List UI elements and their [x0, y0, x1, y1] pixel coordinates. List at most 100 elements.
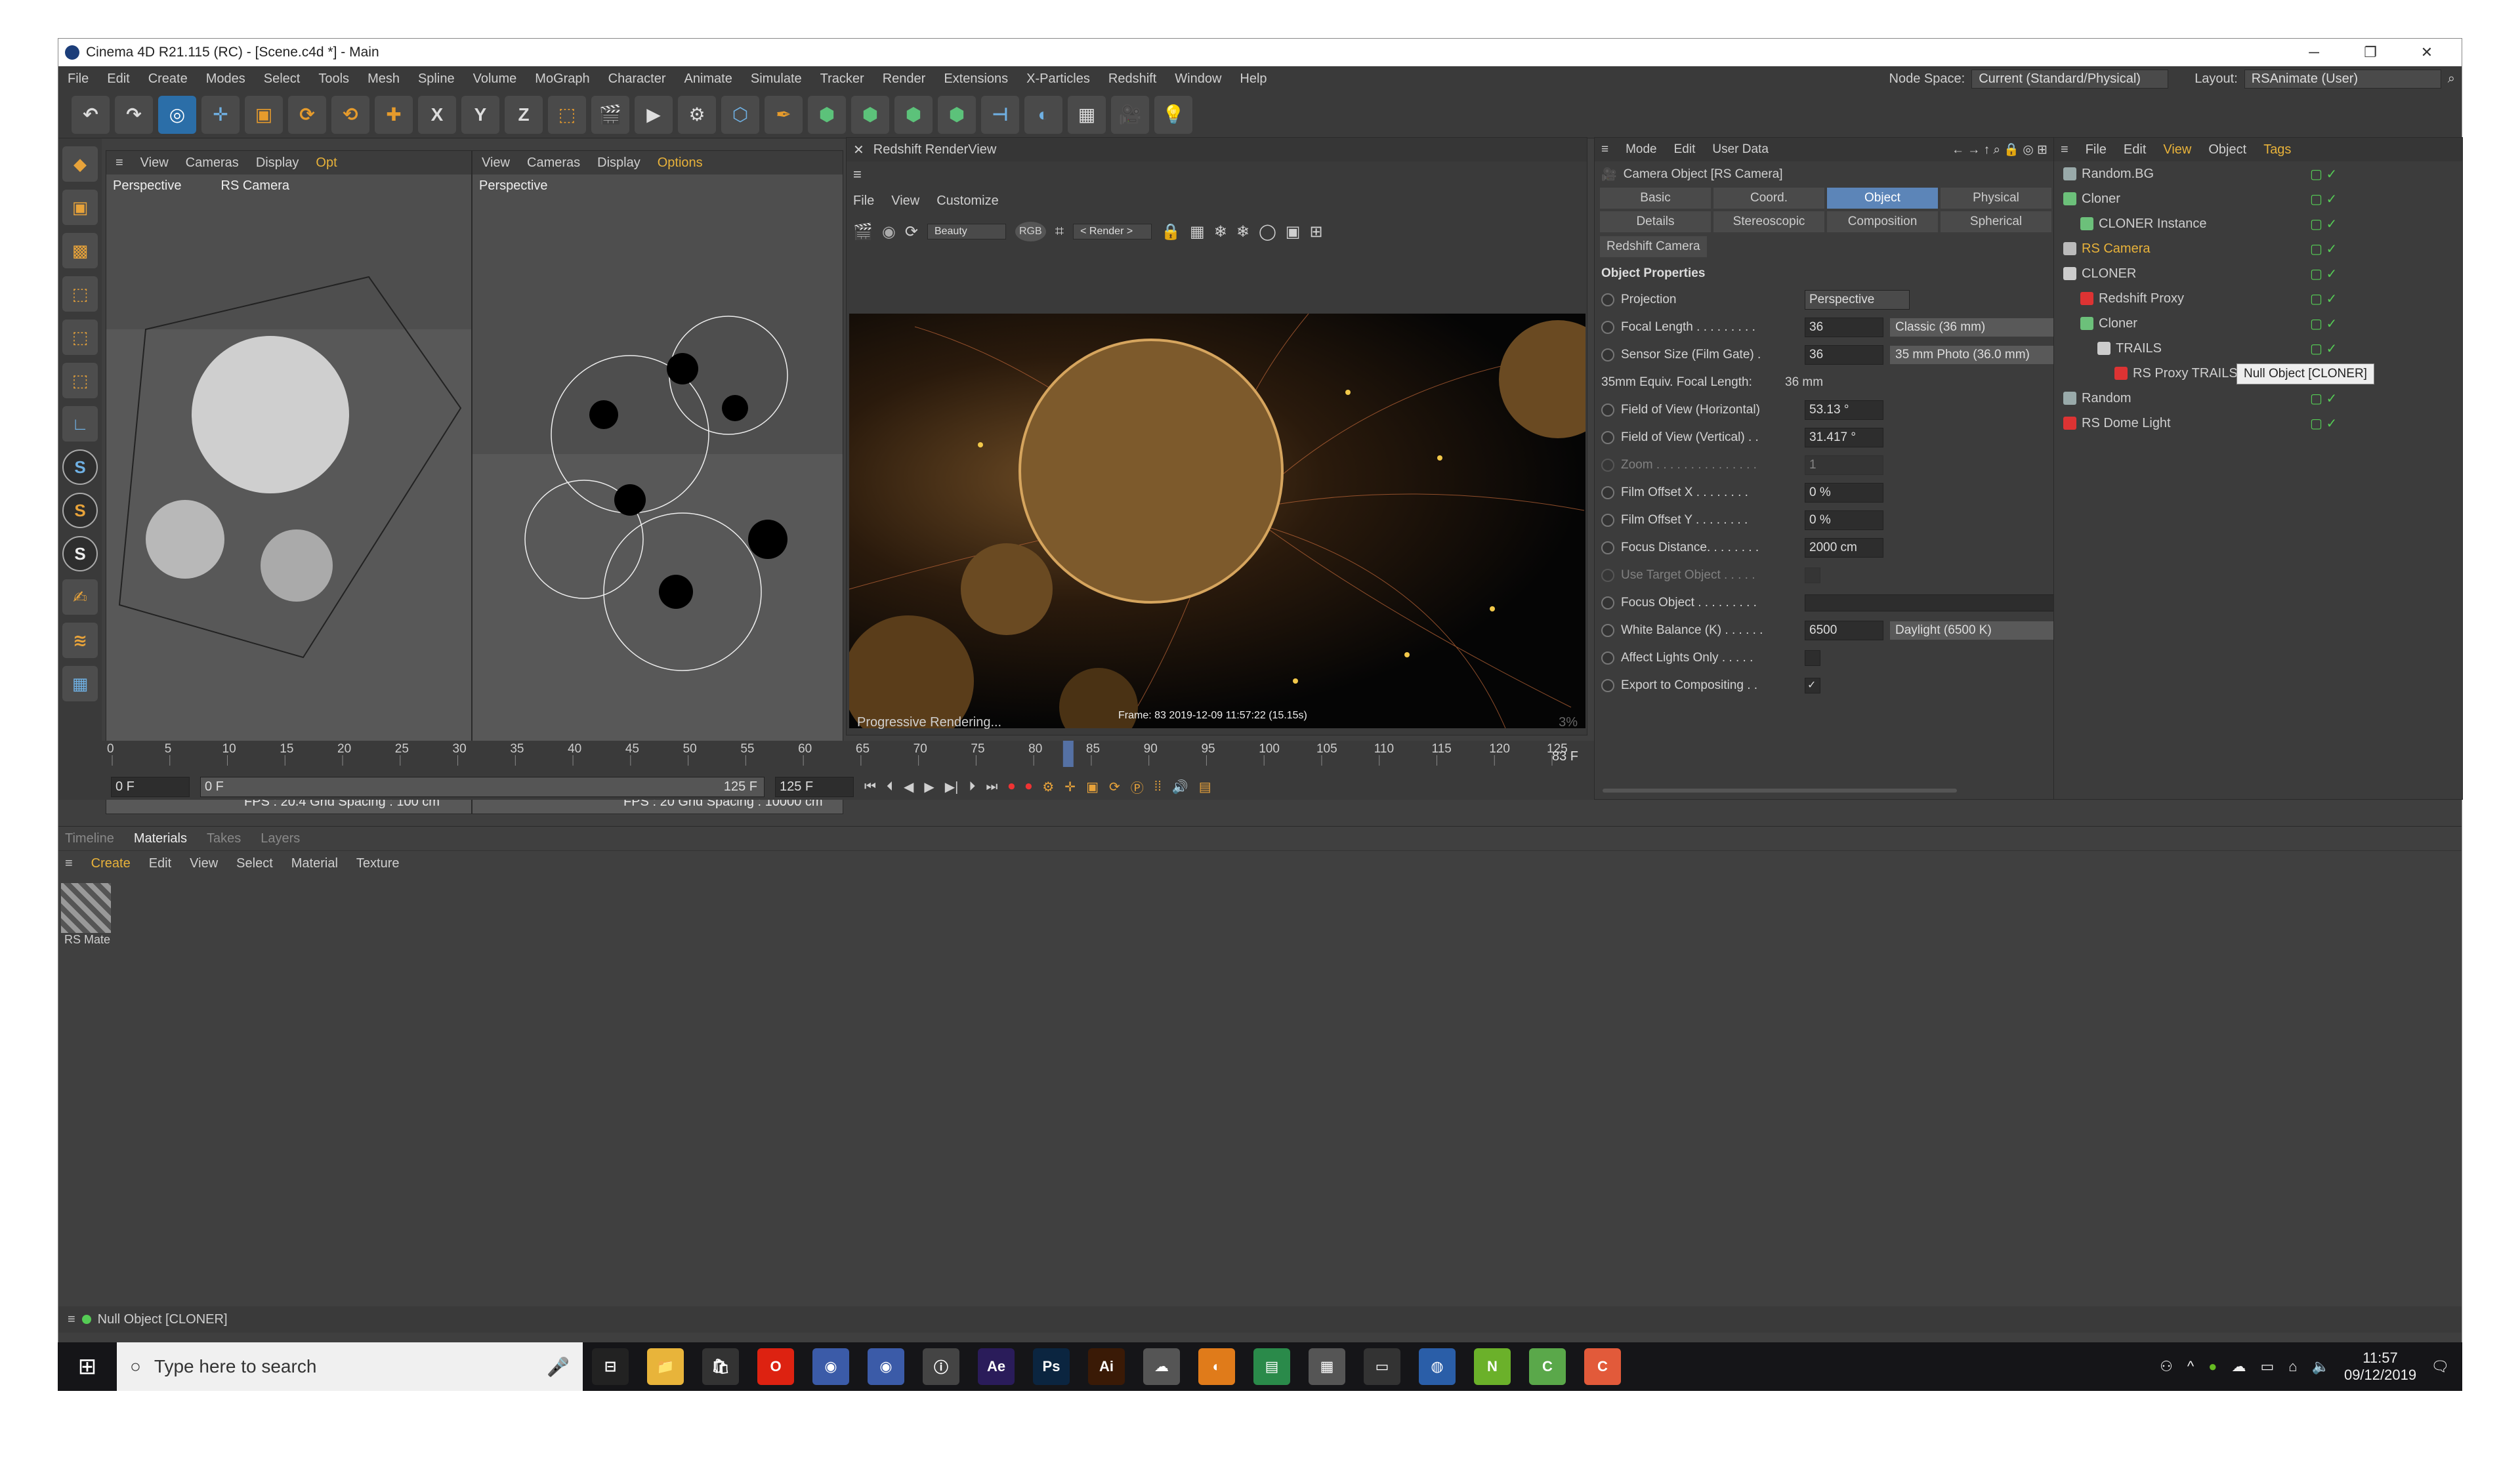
object-row[interactable]: CLONER Instance ▢ ✓ [2054, 211, 2462, 236]
prop-checkbox[interactable] [1805, 650, 1820, 666]
pla-key-icon[interactable]: ⁞⁞ [1154, 779, 1162, 795]
prop-checkbox[interactable]: ✓ [1805, 678, 1820, 693]
tab-redshift-camera[interactable]: Redshift Camera [1600, 236, 1707, 257]
menu-simulate[interactable]: Simulate [742, 72, 811, 87]
move-icon[interactable]: ✛ [201, 95, 240, 134]
play-icon[interactable]: ▶ [924, 779, 934, 795]
menu-help[interactable]: Help [1230, 72, 1276, 87]
prop-value-field[interactable]: 31.417 ° [1805, 428, 1883, 447]
material-swatch[interactable]: RS Mate [61, 883, 114, 947]
mat-menu-view[interactable]: View [190, 856, 218, 871]
notifications-icon[interactable]: 🗨 [2431, 1358, 2449, 1375]
davinci-icon[interactable]: ◍ [1419, 1348, 1456, 1385]
visibility-check-icon[interactable]: ▢ ✓ [2310, 216, 2337, 232]
object-name[interactable]: Random.BG [2082, 167, 2154, 182]
pen-icon[interactable]: ✒ [765, 95, 803, 134]
prop-checkbox[interactable] [1805, 568, 1820, 583]
object-name[interactable]: RS Dome Light [2082, 416, 2171, 431]
object-row[interactable]: TRAILS ▢ ✓ [2054, 336, 2462, 361]
animate-radio[interactable] [1601, 321, 1614, 334]
animate-radio[interactable] [1601, 459, 1614, 472]
render-target-dropdown[interactable]: < Render > [1073, 224, 1152, 239]
coord-icon[interactable]: ⬚ [548, 95, 586, 134]
edges-mode-icon[interactable]: ⬚ [62, 320, 98, 355]
prop-preset-dropdown[interactable]: Daylight (6500 K) [1890, 621, 2054, 640]
circle-icon[interactable]: ◯ [1259, 222, 1276, 241]
illustrator-icon[interactable]: Ai [1088, 1348, 1125, 1385]
snap-icon[interactable]: S [62, 449, 98, 485]
object-row[interactable]: Cloner ▢ ✓ [2054, 311, 2462, 336]
render-settings-icon[interactable]: ⚙ [678, 95, 716, 134]
menu-mesh[interactable]: Mesh [358, 72, 409, 87]
layout-dropdown[interactable]: RSAnimate (User) [2244, 69, 2441, 89]
animate-radio[interactable] [1601, 514, 1614, 527]
clock-date[interactable]: 09/12/2019 [2344, 1367, 2416, 1384]
menu-edit[interactable]: Edit [98, 72, 138, 87]
crop-icon[interactable]: ⌗ [1055, 222, 1064, 241]
cloud-app-icon[interactable]: ☁ [1143, 1348, 1180, 1385]
subdivision-icon[interactable]: ⬢ [808, 95, 846, 134]
object-row[interactable]: RS Camera ▢ ✓ [2054, 236, 2462, 261]
object-name[interactable]: Random [2082, 391, 2132, 406]
animate-radio[interactable] [1601, 486, 1614, 499]
mat-menu-texture[interactable]: Texture [356, 856, 400, 871]
app-icon[interactable]: ▭ [1364, 1348, 1400, 1385]
prop-value-field[interactable]: 0 % [1805, 510, 1883, 530]
calculator-icon[interactable]: ▦ [1309, 1348, 1345, 1385]
visibility-check-icon[interactable]: ▢ ✓ [2310, 341, 2337, 357]
axis-icon[interactable]: ✚ [375, 95, 413, 134]
object-name[interactable]: CLONER [2082, 266, 2136, 281]
menu-spline[interactable]: Spline [409, 72, 464, 87]
file-explorer-icon[interactable]: 📁 [647, 1348, 684, 1385]
prop-value-field[interactable]: 6500 [1805, 621, 1883, 640]
obj-menu-view[interactable]: View [2163, 142, 2191, 157]
photoshop-icon[interactable]: Ps [1033, 1348, 1070, 1385]
clock-time[interactable]: 11:57 [2344, 1350, 2416, 1367]
maximize-button[interactable]: ❐ [2342, 39, 2399, 66]
horizontal-scrollbar[interactable] [1603, 789, 1957, 793]
next-key-icon[interactable]: ⏵ [969, 779, 975, 795]
visibility-check-icon[interactable]: ▢ ✓ [2310, 266, 2337, 282]
minimize-button[interactable]: ─ [2286, 39, 2342, 66]
menu-tools[interactable]: Tools [309, 72, 358, 87]
vp2-menu-view[interactable]: View [482, 155, 510, 171]
menu-animate[interactable]: Animate [675, 72, 741, 87]
next-frame-icon[interactable]: ▶| [945, 779, 959, 795]
camera-icon[interactable]: 🎥 [1111, 95, 1149, 134]
node-space-dropdown[interactable]: Current (Standard/Physical) [1971, 69, 2169, 89]
y-lock-icon[interactable]: Y [461, 95, 499, 134]
obj-menu-edit[interactable]: Edit [2124, 142, 2146, 157]
tab-details[interactable]: Details [1600, 211, 1711, 232]
prop-preset-dropdown[interactable]: 35 mm Photo (36.0 mm) [1890, 346, 2054, 364]
hamburger-icon[interactable]: ≡ [1601, 142, 1608, 157]
object-name[interactable]: Cloner [2082, 192, 2120, 207]
goto-start-icon[interactable]: ⏮ [864, 779, 876, 795]
object-name[interactable]: TRAILS [2116, 341, 2162, 356]
taskbar-search-box[interactable]: ○ Type here to search 🎤 [117, 1342, 583, 1391]
workplane-icon[interactable]: ≋ [62, 623, 98, 658]
grid-icon[interactable]: ▦ [62, 666, 98, 701]
tab-takes[interactable]: Takes [207, 831, 241, 846]
attr-menu-edit[interactable]: Edit [1674, 142, 1696, 157]
prop-link-field[interactable] [1805, 594, 2054, 611]
attr-menu-userdata[interactable]: User Data [1712, 142, 1769, 157]
rotate-icon[interactable]: ⟳ [288, 95, 326, 134]
animate-radio[interactable] [1601, 651, 1614, 665]
animate-radio[interactable] [1601, 348, 1614, 362]
goto-end-icon[interactable]: ⏭ [986, 779, 998, 795]
z-lock-icon[interactable]: Z [505, 95, 543, 134]
render-view-icon[interactable]: ▶ [635, 95, 673, 134]
clapper-icon[interactable]: 🎬 [853, 222, 873, 241]
visibility-check-icon[interactable]: ▢ ✓ [2310, 390, 2337, 407]
menu-mograph[interactable]: MoGraph [526, 72, 598, 87]
menu-x-particles[interactable]: X-Particles [1017, 72, 1099, 87]
scale-icon[interactable]: ▣ [245, 95, 283, 134]
render-region-icon[interactable]: 🎬 [591, 95, 629, 134]
object-name[interactable]: Redshift Proxy [2099, 291, 2184, 306]
menu-extensions[interactable]: Extensions [934, 72, 1017, 87]
light-icon[interactable]: 💡 [1154, 95, 1192, 134]
c4d-green-icon[interactable]: C [1529, 1348, 1566, 1385]
object-name[interactable]: Cloner [2099, 316, 2137, 331]
mat-menu-select[interactable]: Select [236, 856, 273, 871]
menu-tracker[interactable]: Tracker [811, 72, 873, 87]
